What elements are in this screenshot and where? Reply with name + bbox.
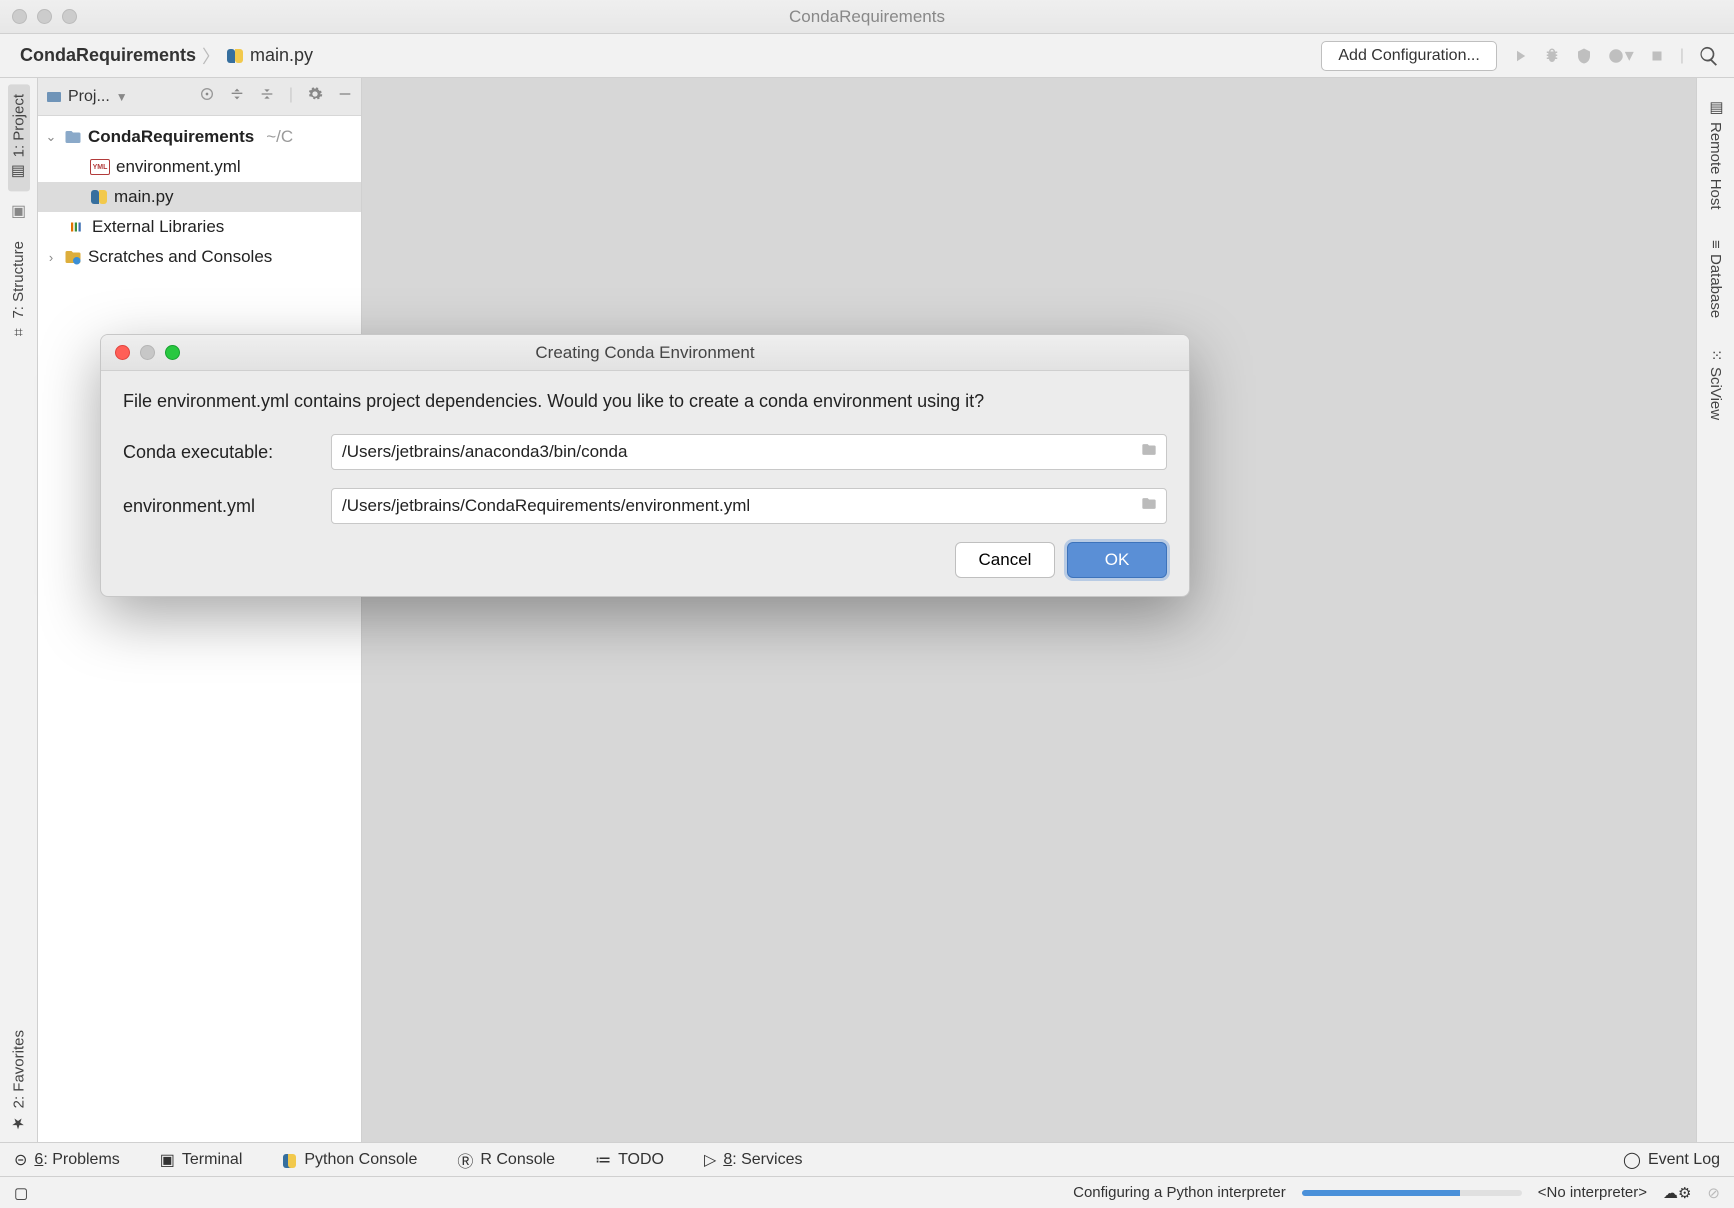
- tab-structure[interactable]: ⌗7: Structure: [8, 231, 29, 350]
- yml-file-icon: YML: [90, 159, 110, 175]
- tree-file-environment[interactable]: YML environment.yml: [38, 152, 361, 182]
- chevron-right-icon: 〉: [202, 43, 220, 69]
- collapse-all-icon[interactable]: [259, 86, 275, 107]
- environment-yml-label: environment.yml: [123, 496, 315, 517]
- gear-icon[interactable]: [307, 86, 323, 107]
- conda-environment-dialog: Creating Conda Environment File environm…: [100, 334, 1190, 597]
- dialog-minimize-icon: [140, 345, 155, 360]
- breadcrumb-file[interactable]: main.py: [250, 45, 313, 66]
- ok-button[interactable]: OK: [1067, 542, 1167, 578]
- breadcrumb-project[interactable]: CondaRequirements: [20, 45, 196, 66]
- python-file-icon: [90, 188, 108, 206]
- navigation-bar: CondaRequirements 〉 main.py Add Configur…: [0, 34, 1734, 78]
- project-tool-window: Proj... ▼ | ⌄ CondaRequirements ~/C YML: [38, 78, 362, 1142]
- project-tree[interactable]: ⌄ CondaRequirements ~/C YML environment.…: [38, 116, 361, 278]
- tab-todo[interactable]: ≔TODO: [595, 1150, 664, 1170]
- tab-database[interactable]: ≡Database: [1705, 230, 1726, 329]
- editor-area: [362, 78, 1696, 1142]
- tab-favorites[interactable]: ★2: Favorites: [8, 1020, 30, 1142]
- browse-folder-icon[interactable]: [1139, 442, 1159, 463]
- tab-python-console[interactable]: Python Console: [282, 1151, 417, 1169]
- add-configuration-button[interactable]: Add Configuration...: [1321, 41, 1496, 71]
- tab-sciview[interactable]: ⁙SciView: [1705, 339, 1727, 431]
- conda-executable-label: Conda executable:: [123, 442, 315, 463]
- status-notifications-icon[interactable]: ☁⚙: [1663, 1184, 1691, 1202]
- tab-services[interactable]: ▷8: Services: [704, 1150, 802, 1170]
- traffic-lights: [12, 9, 77, 24]
- tree-file-main[interactable]: main.py: [38, 182, 361, 212]
- minimize-window-icon[interactable]: [37, 9, 52, 24]
- run-icon[interactable]: [1511, 47, 1529, 65]
- tab-problems[interactable]: ⊝6: Problems: [14, 1150, 120, 1170]
- chevron-right-icon[interactable]: ›: [44, 250, 58, 265]
- tree-scratches[interactable]: Scratches and Consoles: [88, 247, 272, 267]
- bottom-tool-tabs: ⊝6: Problems ▣Terminal Python Console ⓇR…: [0, 1142, 1734, 1176]
- stop-icon[interactable]: [1648, 47, 1666, 65]
- locate-icon[interactable]: [199, 86, 215, 107]
- breadcrumb: CondaRequirements 〉 main.py: [0, 43, 313, 69]
- project-tool-header: Proj... ▼ |: [38, 78, 361, 116]
- close-window-icon[interactable]: [12, 9, 27, 24]
- right-tool-gutter: ▤Remote Host ≡Database ⁙SciView: [1696, 78, 1734, 1142]
- environment-yml-input[interactable]: [331, 488, 1167, 524]
- dialog-titlebar: Creating Conda Environment: [101, 335, 1189, 371]
- status-interpreter[interactable]: <No interpreter>: [1538, 1184, 1647, 1201]
- conda-executable-input[interactable]: [331, 434, 1167, 470]
- dialog-close-icon[interactable]: [115, 345, 130, 360]
- coverage-icon[interactable]: [1575, 47, 1593, 65]
- dialog-zoom-icon[interactable]: [165, 345, 180, 360]
- cancel-button[interactable]: Cancel: [955, 542, 1055, 578]
- profile-icon[interactable]: ▾: [1607, 45, 1634, 66]
- dialog-title: Creating Conda Environment: [101, 343, 1189, 363]
- status-task-label: Configuring a Python interpreter: [1073, 1184, 1286, 1201]
- tab-event-log[interactable]: ◯Event Log: [1623, 1150, 1720, 1170]
- dialog-message: File environment.yml contains project de…: [123, 391, 1167, 412]
- tree-external-libraries[interactable]: External Libraries: [38, 212, 361, 242]
- maximize-window-icon[interactable]: [62, 9, 77, 24]
- project-root-path: ~/C: [266, 127, 293, 147]
- status-bar: ▢ Configuring a Python interpreter <No i…: [0, 1176, 1734, 1208]
- chevron-down-icon[interactable]: ⌄: [44, 129, 58, 145]
- tab-remote-host[interactable]: ▤Remote Host: [1705, 88, 1727, 220]
- expand-all-icon[interactable]: [229, 86, 245, 107]
- python-file-icon: [226, 47, 244, 65]
- left-tool-gutter: ▤1: Project ▣ ⌗7: Structure ★2: Favorite…: [0, 78, 38, 1142]
- status-lock-icon[interactable]: ⊘: [1707, 1184, 1720, 1202]
- tab-r-console[interactable]: ⓇR Console: [457, 1148, 555, 1172]
- status-progress-bar: [1302, 1190, 1522, 1196]
- tool-windows-toggle-icon[interactable]: ▢: [14, 1184, 28, 1202]
- project-root[interactable]: CondaRequirements: [88, 127, 254, 147]
- window-titlebar: CondaRequirements: [0, 0, 1734, 34]
- browse-folder-icon[interactable]: [1139, 496, 1159, 517]
- tab-terminal[interactable]: ▣Terminal: [160, 1150, 243, 1170]
- debug-icon[interactable]: [1543, 47, 1561, 65]
- hide-icon[interactable]: [337, 86, 353, 107]
- project-view-selector[interactable]: Proj...: [68, 88, 110, 106]
- tab-project[interactable]: ▤1: Project: [8, 84, 30, 191]
- search-icon[interactable]: [1698, 45, 1720, 67]
- window-title: CondaRequirements: [0, 7, 1734, 27]
